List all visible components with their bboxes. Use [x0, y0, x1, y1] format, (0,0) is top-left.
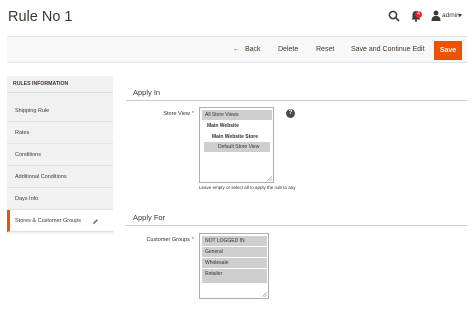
resize-handle-icon[interactable]	[267, 176, 272, 181]
arrow-left-icon: ←	[233, 46, 240, 53]
apply-in-title: Apply In	[133, 88, 161, 97]
resize-handle-icon[interactable]	[262, 292, 267, 297]
save-and-continue-button[interactable]: Save and Continue Edit	[351, 37, 425, 64]
store-view-multiselect[interactable]: All Store Views Main Website Main Websit…	[199, 107, 274, 183]
store-view-note: Leave empty or select all to apply the r…	[199, 185, 296, 190]
sidebar-item-days-info[interactable]: Days Info	[7, 188, 113, 210]
customer-group-option-retailer[interactable]: Retailer	[202, 269, 267, 279]
section-divider	[126, 100, 467, 101]
store-view-label-text: Store View	[163, 111, 190, 117]
store-view-option-website: Main Website	[207, 123, 239, 129]
back-label: Back	[245, 46, 261, 53]
sidebar-heading: RULES INFORMATION	[7, 76, 113, 93]
customer-group-option-wholesale[interactable]: Wholesale	[202, 258, 267, 268]
customer-groups-multiselect[interactable]: NOT LOGGED IN General Wholesale Retailer	[199, 233, 269, 299]
sidebar-item-rates[interactable]: Rates	[7, 122, 113, 144]
back-button[interactable]: ← Back	[233, 37, 261, 64]
customer-group-option-general[interactable]: General	[202, 247, 267, 257]
page-actions-bar: ← Back Delete Reset Save and Continue Edi…	[7, 36, 467, 63]
store-view-option-default[interactable]: Default Store View	[204, 142, 270, 152]
store-view-label: Store View *	[150, 111, 194, 117]
store-view-option-store: Main Website Store	[212, 134, 259, 140]
notification-badge[interactable]: 4	[415, 11, 422, 18]
chevron-down-icon[interactable]	[458, 14, 462, 17]
rules-information-sidebar: RULES INFORMATION Shipping Rule Rates Co…	[7, 76, 113, 234]
section-divider	[126, 225, 467, 226]
customer-groups-label: Customer Groups *	[131, 237, 194, 243]
selection-fill	[202, 279, 267, 283]
save-button[interactable]: Save	[434, 41, 462, 60]
delete-button[interactable]: Delete	[278, 37, 298, 64]
sidebar-item-stores-customer-groups[interactable]: Stores & Customer Groups	[7, 210, 113, 232]
sidebar-item-label: Stores & Customer Groups	[15, 218, 82, 224]
sidebar-item-shipping-rule[interactable]: Shipping Rule	[7, 100, 113, 122]
customer-group-option-not-logged-in[interactable]: NOT LOGGED IN	[202, 236, 267, 246]
user-icon[interactable]	[431, 10, 441, 21]
store-view-option-all[interactable]: All Store Views	[202, 110, 272, 120]
search-icon[interactable]	[388, 10, 400, 22]
page-title: Rule No 1	[8, 9, 73, 25]
help-icon[interactable]: ?	[286, 109, 295, 118]
sidebar-item-additional-conditions[interactable]: Additional Conditions	[7, 166, 113, 188]
required-marker: *	[191, 111, 194, 117]
pencil-icon	[93, 219, 98, 224]
customer-groups-label-text: Customer Groups	[146, 237, 190, 243]
required-marker: *	[191, 237, 194, 243]
apply-for-title: Apply For	[133, 213, 166, 222]
reset-button[interactable]: Reset	[316, 37, 334, 64]
sidebar-item-conditions[interactable]: Conditions	[7, 144, 113, 166]
page-header: Rule No 1 4 admin	[0, 0, 474, 36]
